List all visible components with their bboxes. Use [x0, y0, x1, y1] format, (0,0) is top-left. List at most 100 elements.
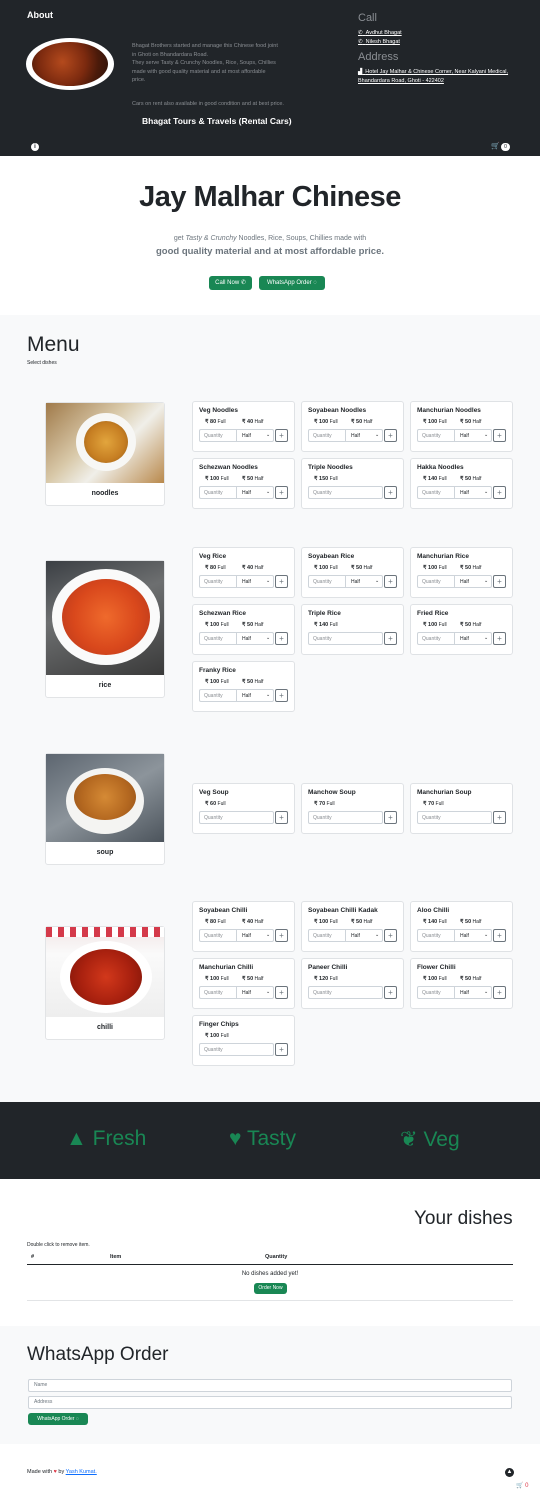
quantity-input[interactable]: Quantity	[199, 811, 274, 824]
portion-select[interactable]: Half ⌄	[345, 576, 383, 587]
add-button[interactable]: +	[493, 486, 506, 499]
add-button[interactable]: +	[275, 429, 288, 442]
portion-select[interactable]: Half ⌄	[236, 487, 274, 498]
call-nilesh-link[interactable]: ✆ Nilesh Bhagat	[358, 39, 400, 45]
portion-select[interactable]: Half ⌄	[454, 487, 492, 498]
order-now-button[interactable]: Order Now	[254, 1283, 287, 1294]
dish-name: Veg Noodles	[199, 407, 239, 414]
phone-icon: ✆	[358, 30, 363, 36]
quantity-input[interactable]: Quantity Half ⌄	[199, 929, 274, 942]
add-button[interactable]: +	[384, 986, 397, 999]
call-avdhut-link[interactable]: ✆ Avdhut Bhagat	[358, 30, 402, 36]
add-button[interactable]: +	[275, 689, 288, 702]
add-button[interactable]: +	[493, 429, 506, 442]
dish-name: Schezwan Rice	[199, 610, 246, 617]
whatsapp-submit-button[interactable]: WhatsApp Order ◌	[28, 1413, 88, 1425]
portion-select[interactable]: Half ⌄	[236, 930, 274, 941]
add-button[interactable]: +	[493, 986, 506, 999]
portion-select[interactable]: Half ⌄	[454, 930, 492, 941]
add-button[interactable]: +	[493, 929, 506, 942]
quantity-input[interactable]: Quantity Half ⌄	[199, 486, 274, 499]
full-price: ₹ 100 Full	[423, 976, 447, 982]
dish-name: Soyabean Rice	[308, 553, 355, 560]
portion-select[interactable]: Half ⌄	[236, 430, 274, 441]
add-button[interactable]: +	[275, 929, 288, 942]
portion-select[interactable]: Half ⌄	[454, 430, 492, 441]
category-card-chilli[interactable]: chilli	[45, 926, 165, 1040]
quantity-input[interactable]: Quantity Half ⌄	[199, 632, 274, 645]
quantity-input[interactable]: Quantity	[199, 1043, 274, 1056]
quantity-input[interactable]: Quantity Half ⌄	[308, 929, 383, 942]
whatsapp-order-button[interactable]: WhatsApp Order ◌	[259, 276, 325, 290]
full-price: ₹ 100 Full	[423, 419, 447, 425]
portion-select[interactable]: Half ⌄	[454, 987, 492, 998]
quantity-input[interactable]: Quantity Half ⌄	[199, 429, 274, 442]
portion-select[interactable]: Half ⌄	[345, 930, 383, 941]
add-button[interactable]: +	[275, 632, 288, 645]
scroll-top-icon[interactable]: ▲	[505, 1468, 514, 1477]
quantity-input[interactable]: Quantity Half ⌄	[417, 429, 492, 442]
chevron-down-icon: ⌄	[266, 692, 271, 698]
address-link[interactable]: ▟ Hotel Jay Malhar & Chinese Corner, Nea…	[358, 68, 518, 86]
tours-link[interactable]: Bhagat Tours & Travels (Rental Cars)	[142, 116, 292, 126]
quantity-input[interactable]: Quantity	[417, 811, 492, 824]
footer-cart[interactable]: 🛒 0	[516, 1482, 529, 1489]
call-now-button[interactable]: Call Now ✆	[209, 276, 252, 290]
add-button[interactable]: +	[384, 811, 397, 824]
portion-select[interactable]: Half ⌄	[345, 430, 383, 441]
portion-select[interactable]: Half ⌄	[454, 633, 492, 644]
add-button[interactable]: +	[275, 486, 288, 499]
add-button[interactable]: +	[384, 929, 397, 942]
quantity-input[interactable]: Quantity Half ⌄	[417, 632, 492, 645]
quantity-input[interactable]: Quantity	[308, 486, 383, 499]
leaf-icon: ❦	[400, 1128, 418, 1151]
quantity-input[interactable]: Quantity Half ⌄	[417, 986, 492, 999]
quantity-input[interactable]: Quantity Half ⌄	[417, 929, 492, 942]
quantity-input[interactable]: Quantity Half ⌄	[417, 575, 492, 588]
add-button[interactable]: +	[384, 429, 397, 442]
half-price: ₹ 50 Half	[242, 476, 264, 482]
quantity-input[interactable]: Quantity Half ⌄	[417, 486, 492, 499]
half-price: ₹ 50 Half	[460, 565, 482, 571]
dish-name: Paneer Chilli	[308, 964, 348, 971]
quantity-input[interactable]: Quantity Half ⌄	[199, 575, 274, 588]
address-input[interactable]: Address	[28, 1396, 512, 1409]
add-button[interactable]: +	[493, 632, 506, 645]
add-button[interactable]: +	[493, 575, 506, 588]
chevron-down-icon: ⌄	[266, 489, 271, 495]
quantity-input[interactable]: Quantity	[308, 632, 383, 645]
category-card-noodles[interactable]: noodles	[45, 402, 165, 506]
add-button[interactable]: +	[275, 575, 288, 588]
add-button[interactable]: +	[493, 811, 506, 824]
portion-select[interactable]: Half ⌄	[236, 576, 274, 587]
portion-select[interactable]: Half ⌄	[454, 576, 492, 587]
quantity-input[interactable]: Quantity	[308, 811, 383, 824]
quantity-input[interactable]: Quantity Half ⌄	[308, 429, 383, 442]
category-card-rice[interactable]: rice	[45, 560, 165, 698]
category-card-soup[interactable]: soup	[45, 753, 165, 865]
add-button[interactable]: +	[384, 575, 397, 588]
dish-card: Soyabean Rice ₹ 100 Full ₹ 50 Half Quantity…	[301, 547, 404, 598]
add-button[interactable]: +	[275, 986, 288, 999]
quantity-input[interactable]: Quantity Half ⌄	[199, 689, 274, 702]
footer: Made with ♥ by Yash Kumat.	[27, 1469, 97, 1475]
tree-icon: ▲	[66, 1127, 87, 1150]
add-button[interactable]: +	[384, 632, 397, 645]
add-button[interactable]: +	[384, 486, 397, 499]
chevron-down-icon: ⌄	[484, 932, 489, 938]
portion-select[interactable]: Half ⌄	[236, 633, 274, 644]
add-button[interactable]: +	[275, 1043, 288, 1056]
author-link[interactable]: Yash Kumat.	[66, 1469, 97, 1475]
quantity-input[interactable]: Quantity	[308, 986, 383, 999]
portion-select[interactable]: Half ⌄	[236, 987, 274, 998]
name-input[interactable]: Name	[28, 1379, 512, 1392]
info-icon[interactable]: i	[31, 143, 39, 151]
full-price: ₹ 100 Full	[314, 565, 338, 571]
dish-name: Flower Chilli	[417, 964, 456, 971]
dish-name: Manchurian Noodles	[417, 407, 481, 414]
add-button[interactable]: +	[275, 811, 288, 824]
cart-icon[interactable]: 🛒	[491, 142, 500, 150]
quantity-input[interactable]: Quantity Half ⌄	[308, 575, 383, 588]
portion-select[interactable]: Half ⌄	[236, 690, 274, 701]
quantity-input[interactable]: Quantity Half ⌄	[199, 986, 274, 999]
